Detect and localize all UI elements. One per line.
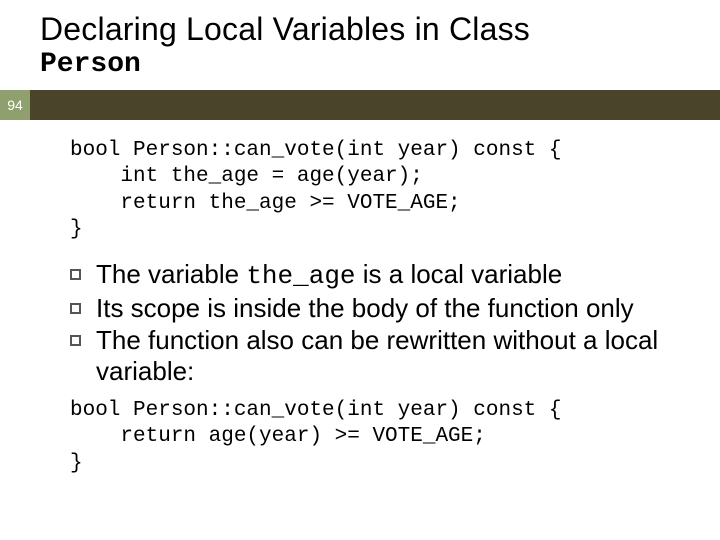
code-block-1: bool Person::can_vote(int year) const { … (70, 138, 700, 243)
bullet-list: The variable the_age is a local variable… (70, 259, 700, 388)
bullet-text: The variable (96, 259, 246, 289)
bullet-text: Its scope is inside the body of the func… (96, 293, 634, 323)
code-line: } (70, 452, 83, 475)
slide-title: Declaring Local Variables in Class Perso… (0, 0, 720, 80)
code-line: } (70, 218, 83, 241)
bullet-item: The variable the_age is a local variable (70, 259, 700, 293)
code-line: int the_age = age(year); (70, 165, 423, 188)
slide: Declaring Local Variables in Class Perso… (0, 0, 720, 540)
bullet-item: Its scope is inside the body of the func… (70, 293, 700, 325)
code-line: return age(year) >= VOTE_AGE; (70, 425, 486, 448)
code-line: return the_age >= VOTE_AGE; (70, 192, 461, 215)
bullet-item: The function also can be rewritten witho… (70, 325, 700, 388)
bullet-text: is a local variable (356, 259, 563, 289)
code-block-2: bool Person::can_vote(int year) const { … (70, 398, 700, 477)
title-line2: Person (40, 49, 720, 80)
inline-code: the_age (246, 261, 355, 291)
code-line: bool Person::can_vote(int year) const { (70, 399, 561, 422)
code-line: bool Person::can_vote(int year) const { (70, 139, 561, 162)
slide-body: bool Person::can_vote(int year) const { … (0, 120, 720, 477)
slide-number-badge: 94 (0, 90, 30, 120)
header-stripe: 94 (0, 90, 720, 120)
title-line1: Declaring Local Variables in Class (40, 12, 720, 47)
bullet-text: The function also can be rewritten witho… (96, 325, 658, 387)
